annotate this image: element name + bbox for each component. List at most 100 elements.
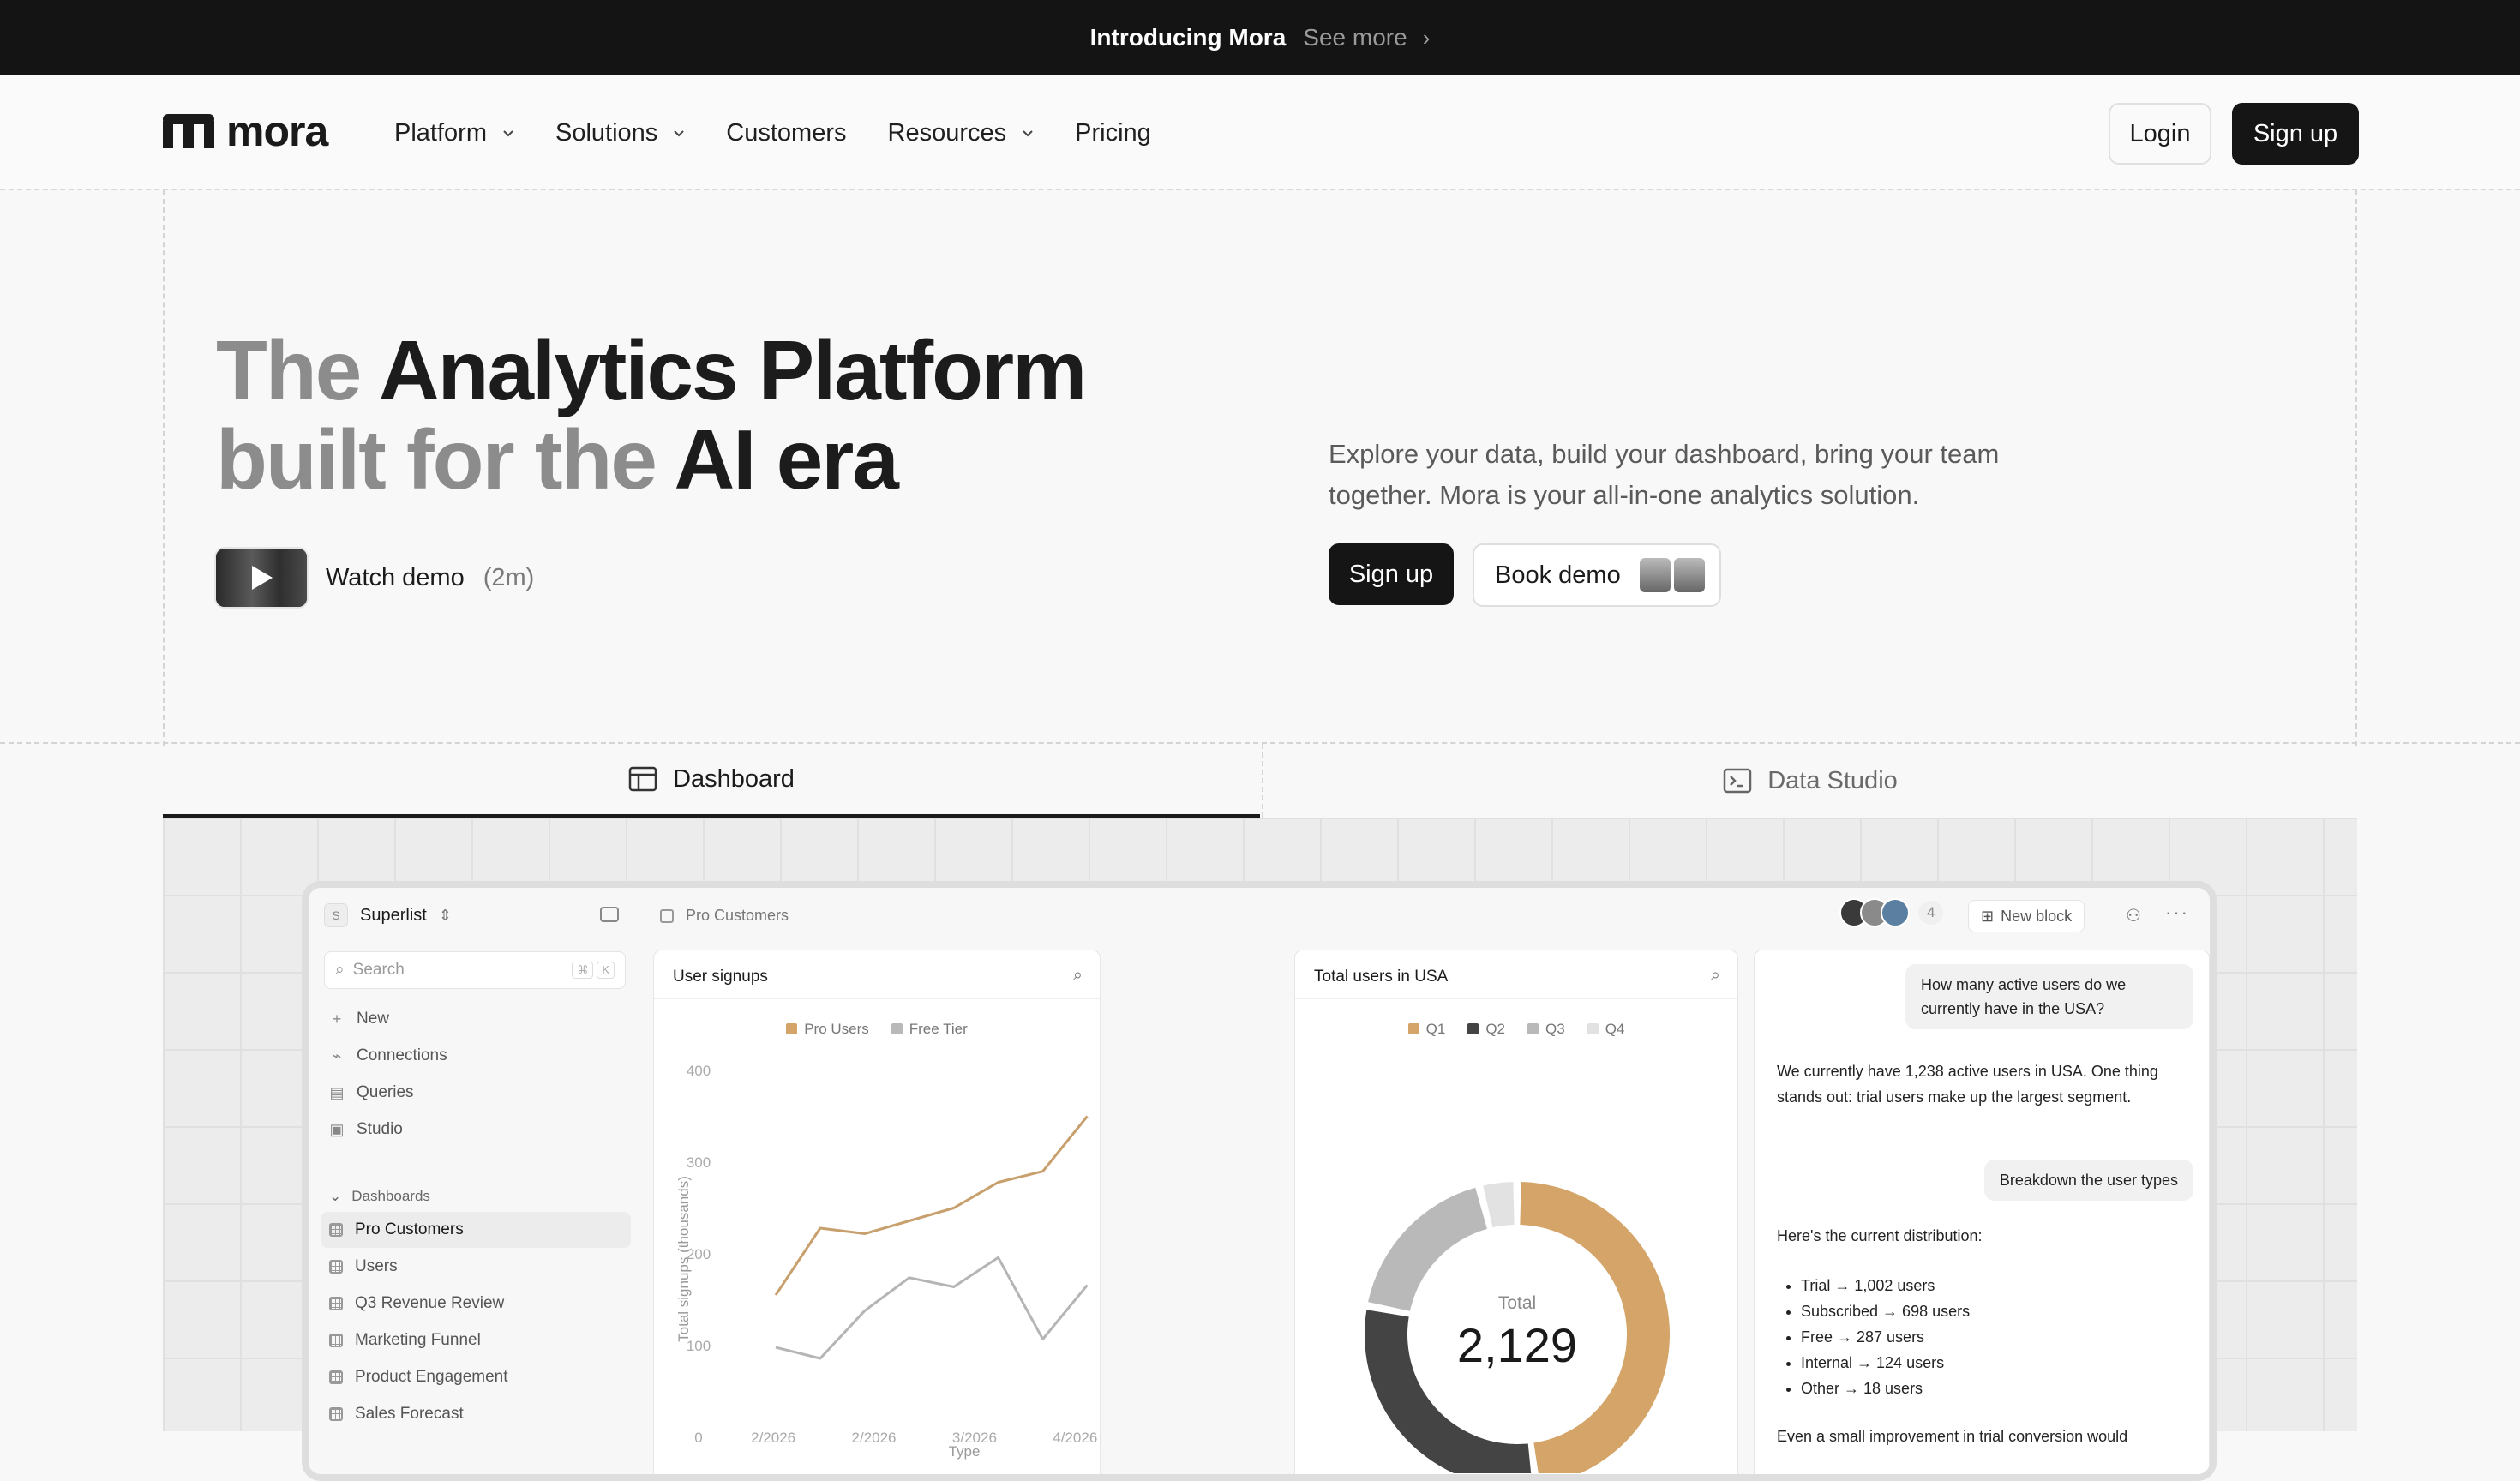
grid-icon	[329, 1223, 343, 1237]
search-icon[interactable]: ⌕	[1711, 966, 1720, 986]
legend-swatch	[786, 1023, 798, 1034]
headline-part: AI era	[674, 412, 899, 507]
ai-chat-panel: How many active users do we currently ha…	[1754, 950, 2210, 1474]
user-signups-card: User signups ⌕ Pro Users Free Tier 400 30…	[653, 950, 1101, 1474]
legend-label: Pro Users	[804, 1021, 869, 1037]
dashboards-section-header[interactable]: ⌄ Dashboards	[329, 1188, 430, 1205]
sidebar-toggle-icon[interactable]	[600, 907, 619, 922]
nav-item-label: Solutions	[555, 118, 658, 147]
donut-center-label: Total	[1498, 1293, 1536, 1313]
sidebar-item-label: New	[357, 1010, 390, 1028]
collaborators[interactable]: 4	[1839, 898, 1944, 927]
new-block-button[interactable]: ⊞ New block	[1968, 900, 2085, 932]
user-message: How many active users do we currently ha…	[1905, 964, 2193, 1029]
list-item: Internal → 124 users	[1801, 1350, 2180, 1376]
add-user-icon[interactable]: ⚇	[2126, 905, 2141, 926]
avatar	[1639, 558, 1671, 592]
announcement-bar: Introducing Mora See more ›	[0, 0, 2520, 75]
line-chart: 4003002001000 2/2026 2/2026 3/2026 4/2026Tot…	[675, 1063, 1097, 1460]
announcement-see-more-link[interactable]: See more ›	[1303, 24, 1430, 51]
sidebar-item-label: Pro Customers	[355, 1220, 464, 1238]
chevron-down-icon	[503, 130, 513, 137]
more-icon[interactable]: ···	[2165, 902, 2189, 924]
sidebar-item-new[interactable]: + New	[329, 1010, 389, 1028]
nav-item-pricing[interactable]: Pricing	[1075, 119, 1151, 147]
sidebar-search-input[interactable]: ⌕ Search ⌘ K	[324, 951, 626, 989]
list-item: Subscribed → 698 users	[1801, 1298, 2180, 1324]
tab-data-studio[interactable]: Data Studio	[1262, 744, 2357, 818]
plug-icon: ⌁	[332, 1046, 342, 1064]
nav-item-label: Resources	[887, 118, 1007, 147]
nav-item-solutions[interactable]: Solutions	[555, 119, 685, 147]
y-tick-label: 400	[687, 1063, 711, 1079]
sidebar-item-connections[interactable]: ⌁ Connections	[329, 1046, 447, 1065]
nav-item-customers[interactable]: Customers	[726, 119, 846, 147]
frame-line-right	[2355, 190, 2357, 746]
search-icon[interactable]: ⌕	[1073, 966, 1083, 986]
user-message: Breakdown the user types	[1983, 1160, 2193, 1201]
tab-label: Dashboard	[673, 764, 795, 793]
legend-item: Q4	[1587, 1021, 1624, 1038]
app-preview-window: S Superlist ⇕ ⌕ Search ⌘ K + New ⌁ Conne…	[302, 881, 2217, 1481]
sidebar-item-queries[interactable]: ▤ Queries	[329, 1083, 414, 1102]
nav-item-resources[interactable]: Resources	[888, 119, 1035, 147]
card-divider	[654, 998, 1100, 999]
nav-item-label: Pricing	[1075, 118, 1151, 147]
login-button[interactable]: Login	[2109, 103, 2211, 165]
sidebar-item-dashboard[interactable]: Pro Customers	[329, 1220, 464, 1239]
sidebar-item-studio[interactable]: ▣ Studio	[329, 1120, 402, 1139]
tab-label: Data Studio	[1767, 766, 1898, 794]
sidebar-item-dashboard[interactable]: Sales Forecast	[329, 1405, 464, 1424]
mora-logo-mark-icon	[163, 114, 214, 148]
signup-button[interactable]: Sign up	[2232, 103, 2359, 165]
watch-demo-duration: (2m)	[483, 563, 535, 591]
nav-links: Platform Solutions Customers Resources P…	[394, 75, 1151, 190]
watch-demo-label: Watch demo	[326, 563, 465, 591]
card-title: Total users in USA	[1314, 968, 1449, 986]
logo[interactable]: mora	[163, 110, 328, 153]
x-axis-label: Type	[949, 1443, 981, 1460]
series-line-pro-users	[774, 1115, 1089, 1296]
sidebar-item-dashboard[interactable]: Product Engagement	[329, 1368, 508, 1387]
query-icon: ▤	[329, 1083, 345, 1101]
watch-demo-link[interactable]: Watch demo (2m)	[216, 549, 534, 607]
assistant-message: Here's the current distribution: Trial →…	[1777, 1223, 2180, 1449]
sidebar-item-label: Users	[355, 1257, 398, 1275]
donut-slice-q3	[1368, 1187, 1487, 1311]
legend-item: Q1	[1407, 1021, 1445, 1038]
list-item: Trial → 1,002 users	[1801, 1273, 2180, 1298]
sidebar-item-dashboard[interactable]: Users	[329, 1257, 398, 1276]
sidebar-item-label: Queries	[357, 1083, 414, 1101]
announcement-intro: Introducing Mora	[1089, 24, 1287, 51]
book-demo-button[interactable]: Book demo	[1473, 543, 1721, 607]
plus-icon: +	[332, 1010, 342, 1028]
sidebar-item-dashboard[interactable]: Marketing Funnel	[329, 1331, 481, 1350]
headline-part: built for the	[216, 412, 657, 507]
grid-icon	[329, 1370, 343, 1384]
legend-label: Q2	[1485, 1021, 1505, 1037]
sidebar-item-dashboard[interactable]: Q3 Revenue Review	[329, 1294, 504, 1313]
series-line-free-tier	[775, 1256, 1089, 1360]
sidebar-item-label: Q3 Revenue Review	[355, 1294, 505, 1312]
grid-icon	[329, 1297, 343, 1310]
section-label: Dashboards	[351, 1188, 430, 1204]
play-icon	[252, 566, 273, 590]
donut-slice-q4	[1483, 1182, 1515, 1228]
sidebar-item-label: Connections	[357, 1046, 447, 1064]
y-axis-label: Total signups (thousands)	[675, 1176, 692, 1342]
workspace-switcher[interactable]: S Superlist ⇕	[324, 903, 452, 927]
grid-icon	[329, 1407, 343, 1421]
grid-icon	[329, 1260, 343, 1274]
terminal-icon: ▣	[329, 1120, 345, 1138]
tab-dashboard[interactable]: Dashboard	[163, 744, 1260, 818]
layout-icon	[628, 766, 657, 792]
hero-headline: The Analytics Platform built for the AI …	[216, 323, 1087, 507]
headline-part: Analytics Platform	[378, 323, 1087, 417]
reply-outro: Even a small improvement in trial conver…	[1777, 1428, 2128, 1445]
legend-label: Q3	[1545, 1021, 1565, 1037]
hero-signup-button[interactable]: Sign up	[1329, 543, 1454, 605]
donut-chart: Total 2,129	[1365, 1182, 1670, 1473]
nav-item-platform[interactable]: Platform	[394, 119, 514, 147]
chevron-updown-icon: ⇕	[438, 906, 452, 924]
